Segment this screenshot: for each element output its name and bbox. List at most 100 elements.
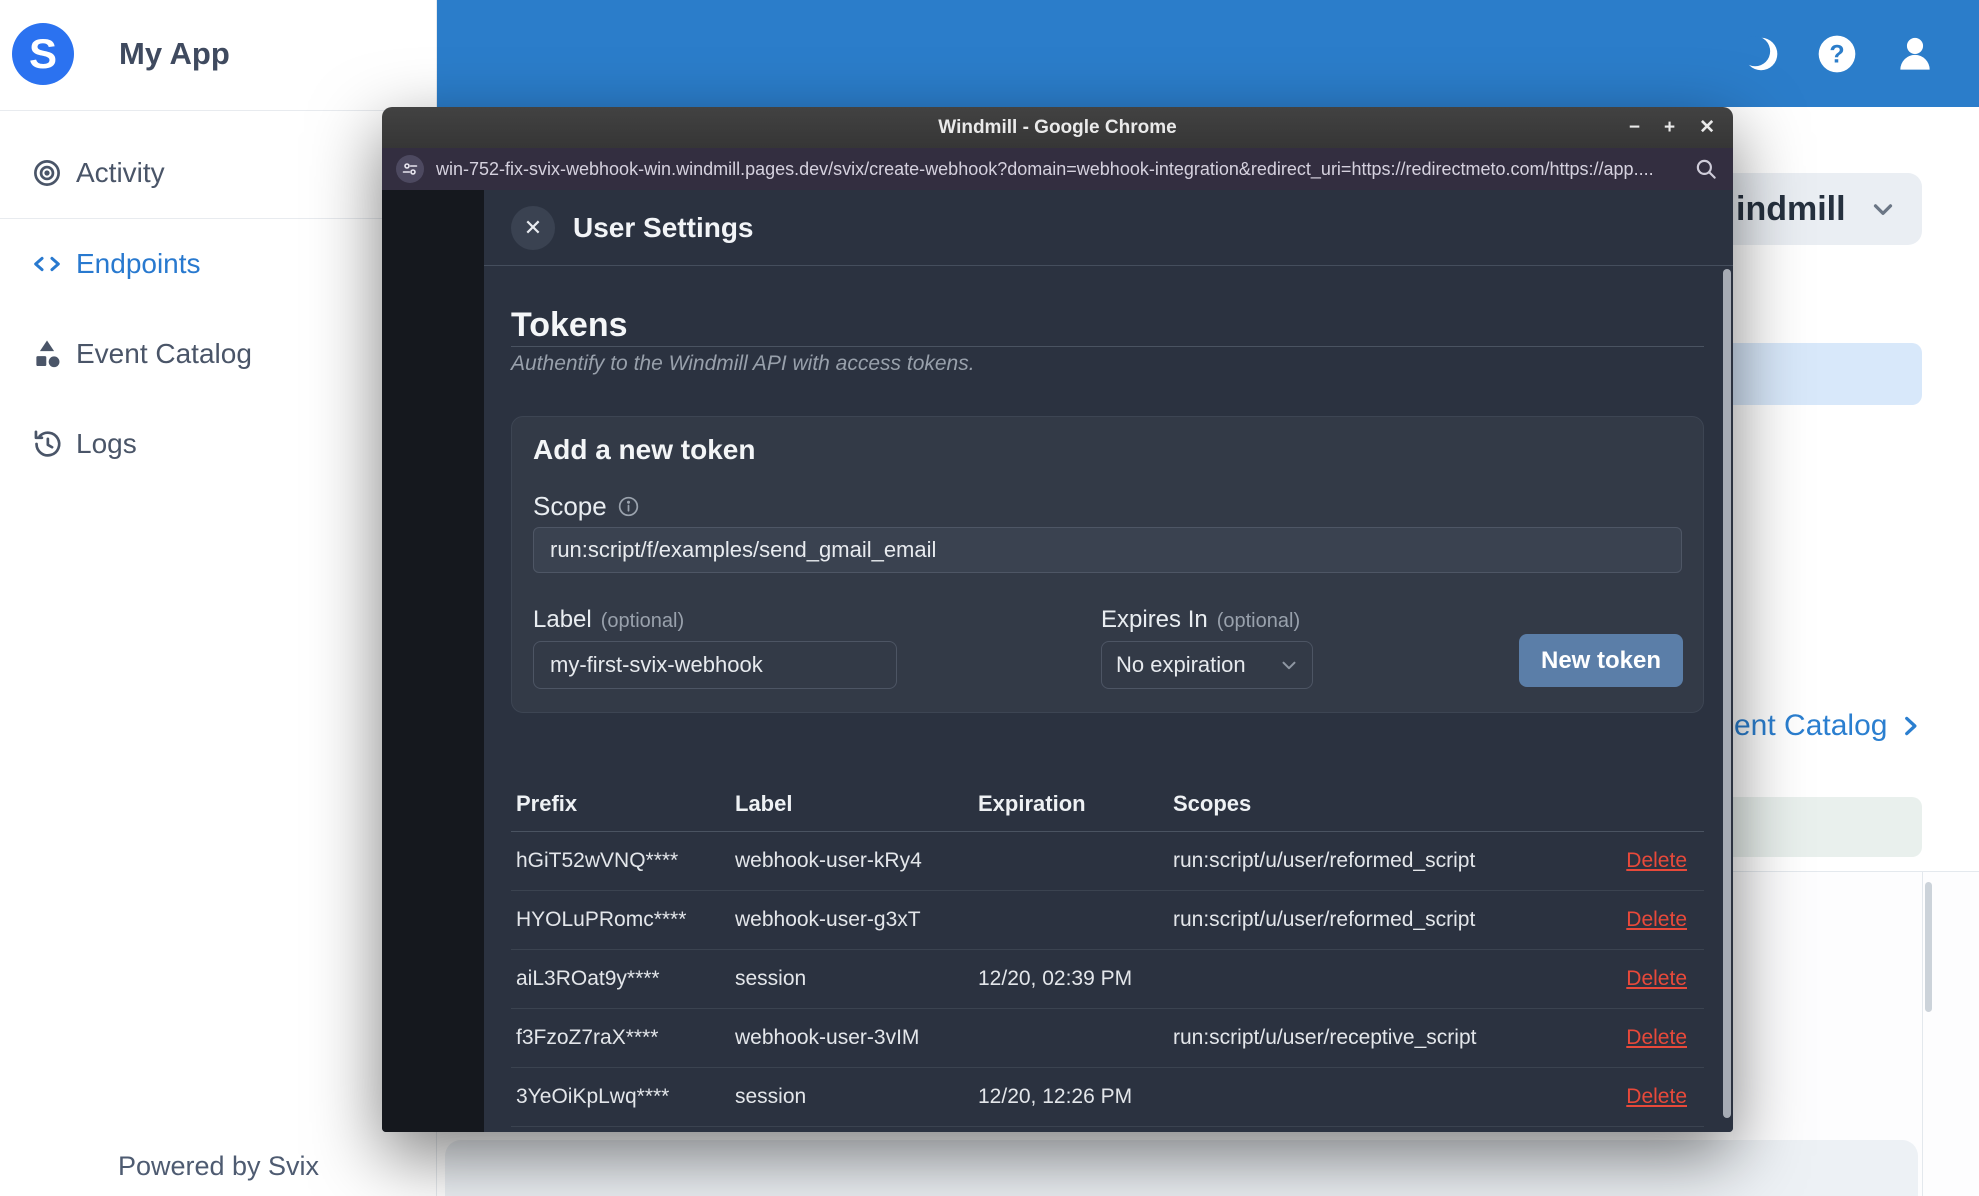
catalog-link-text: ent Catalog xyxy=(1734,709,1888,742)
user-settings-modal: ✕ User Settings Tokens Authentify to the… xyxy=(484,190,1733,1132)
expiration-selected-value: No expiration xyxy=(1116,652,1246,677)
delete-token-link[interactable]: Delete xyxy=(1626,908,1687,931)
table-row: f3FzoZ7raX**** webhook-user-3vIM run:scr… xyxy=(511,1009,1704,1068)
expires-text: Expires In xyxy=(1101,606,1208,633)
label-field-label: Label (optional) xyxy=(533,606,684,634)
scope-input[interactable] xyxy=(533,527,1682,573)
token-label: webhook-user-kRy4 xyxy=(735,849,922,872)
window-titlebar[interactable]: Windmill - Google Chrome − + ✕ xyxy=(382,107,1733,148)
scope-label: Scope xyxy=(533,491,607,521)
sidebar-item-label: Logs xyxy=(76,428,137,459)
tokens-section-title: Tokens xyxy=(511,306,628,344)
chevron-right-icon xyxy=(1905,716,1917,736)
modal-scrollbar[interactable] xyxy=(1723,269,1731,1118)
col-header-expiration: Expiration xyxy=(978,790,1086,816)
close-icon: ✕ xyxy=(523,215,543,240)
delete-token-link[interactable]: Delete xyxy=(1626,1026,1687,1049)
table-row: hGiT52wVNQ**** webhook-user-kRy4 run:scr… xyxy=(511,832,1704,891)
workspace-name: indmill xyxy=(1736,189,1846,228)
new-token-button[interactable]: New token xyxy=(1519,634,1683,687)
label-text: Label xyxy=(533,606,592,633)
background-bottom-panel xyxy=(445,1140,1918,1196)
token-label: session xyxy=(735,1085,807,1108)
sidebar: S My App Activity Endpoints Event Catalo… xyxy=(0,0,437,1196)
chevron-down-icon xyxy=(1873,204,1892,215)
token-expiration: 12/20, 12:26 PM xyxy=(978,1085,1133,1108)
browser-viewport: ✕ User Settings Tokens Authentify to the… xyxy=(382,190,1733,1132)
url-text[interactable]: win-752-fix-svix-webhook-win.windmill.pa… xyxy=(436,159,1681,180)
user-icon[interactable] xyxy=(1893,32,1937,76)
col-header-scopes: Scopes xyxy=(1173,790,1252,816)
table-row: 3YeOiKpLwq**** session 12/20, 12:26 PM D… xyxy=(511,1068,1704,1127)
sidebar-item-activity[interactable]: Activity xyxy=(0,128,437,218)
token-scopes: run:script/u/user/receptive_script xyxy=(1173,1026,1477,1049)
modal-title: User Settings xyxy=(573,212,754,243)
app-name: My App xyxy=(119,36,230,71)
close-modal-button[interactable]: ✕ xyxy=(511,206,555,250)
svg-text:S: S xyxy=(29,30,57,77)
table-row: HYOLuPRomc**** webhook-user-g3xT run:scr… xyxy=(511,891,1704,950)
powered-by-svix: Powered by Svix xyxy=(117,1151,320,1181)
token-prefix: hGiT52wVNQ**** xyxy=(516,849,679,872)
site-settings-icon[interactable] xyxy=(396,155,424,183)
zoom-search-icon[interactable] xyxy=(1693,156,1719,182)
token-scopes: run:script/u/user/reformed_script xyxy=(1173,908,1476,931)
sidebar-item-label: Event Catalog xyxy=(76,338,252,369)
event-catalog-link[interactable]: ent Catalog xyxy=(1734,706,1923,746)
col-header-prefix: Prefix xyxy=(516,790,578,816)
token-prefix: HYOLuPRomc**** xyxy=(516,908,687,931)
sidebar-nav: Activity Endpoints Event Catalog Logs xyxy=(0,128,437,489)
divider xyxy=(484,265,1733,266)
add-token-card: Add a new token Scope Label (optional) E… xyxy=(511,416,1704,713)
delete-token-link[interactable]: Delete xyxy=(1626,849,1687,872)
add-token-title: Add a new token xyxy=(533,434,756,465)
table-row: aiL3ROat9y**** session 12/20, 02:39 PM D… xyxy=(511,950,1704,1009)
divider xyxy=(0,110,437,111)
delete-token-link[interactable]: Delete xyxy=(1626,967,1687,990)
dimmed-page-background xyxy=(382,190,484,1132)
token-label: webhook-user-g3xT xyxy=(735,908,921,931)
history-clock-icon xyxy=(34,430,61,457)
token-label: webhook-user-3vIM xyxy=(735,1026,920,1049)
token-scopes: run:script/u/user/reformed_script xyxy=(1173,849,1476,872)
minimize-button[interactable]: − xyxy=(1629,117,1640,139)
optional-text: (optional) xyxy=(1216,610,1301,632)
token-prefix: 3YeOiKpLwq**** xyxy=(516,1085,670,1108)
top-header-bar: ? xyxy=(437,0,1979,107)
maximize-button[interactable]: + xyxy=(1664,117,1675,139)
scope-label-row: Scope xyxy=(533,491,640,522)
sidebar-item-label: Activity xyxy=(76,157,165,188)
sidebar-item-endpoints[interactable]: Endpoints xyxy=(0,219,437,309)
sidebar-item-event-catalog[interactable]: Event Catalog xyxy=(0,309,437,399)
shapes-icon xyxy=(36,340,60,368)
table-header-row: Prefix Label Expiration Scopes xyxy=(511,776,1704,832)
sidebar-item-logs[interactable]: Logs xyxy=(0,399,437,489)
label-input[interactable] xyxy=(533,641,897,689)
svix-logo-icon: S xyxy=(12,23,74,85)
background-scrollbar[interactable] xyxy=(1925,882,1932,1012)
window-controls: − + ✕ xyxy=(1629,107,1715,148)
url-bar[interactable]: win-752-fix-svix-webhook-win.windmill.pa… xyxy=(382,148,1733,190)
close-window-button[interactable]: ✕ xyxy=(1699,116,1715,139)
info-icon[interactable] xyxy=(617,495,640,518)
code-brackets-icon xyxy=(34,256,60,272)
token-prefix: f3FzoZ7raX**** xyxy=(516,1026,659,1049)
delete-token-link[interactable]: Delete xyxy=(1626,1085,1687,1108)
chevron-down-icon xyxy=(1282,661,1296,670)
dark-mode-moon-icon[interactable] xyxy=(1739,33,1781,75)
tokens-section-subtitle: Authentify to the Windmill API with acce… xyxy=(511,352,975,375)
divider xyxy=(1922,872,1923,1196)
divider xyxy=(511,346,1704,347)
optional-text: (optional) xyxy=(600,610,685,632)
app-logo-row: S My App xyxy=(0,0,436,108)
activity-target-icon xyxy=(34,160,60,186)
expiration-select[interactable]: No expiration xyxy=(1101,641,1313,689)
background-highlight-row-2 xyxy=(1700,797,1922,857)
col-header-label: Label xyxy=(735,790,793,816)
workspace-dropdown[interactable]: indmill xyxy=(1700,173,1922,245)
token-expiration: 12/20, 02:39 PM xyxy=(978,967,1133,990)
background-highlight-row xyxy=(1700,343,1922,405)
header-icons: ? xyxy=(1739,0,1937,107)
help-icon[interactable]: ? xyxy=(1817,34,1857,74)
expires-field-label: Expires In (optional) xyxy=(1101,606,1300,634)
